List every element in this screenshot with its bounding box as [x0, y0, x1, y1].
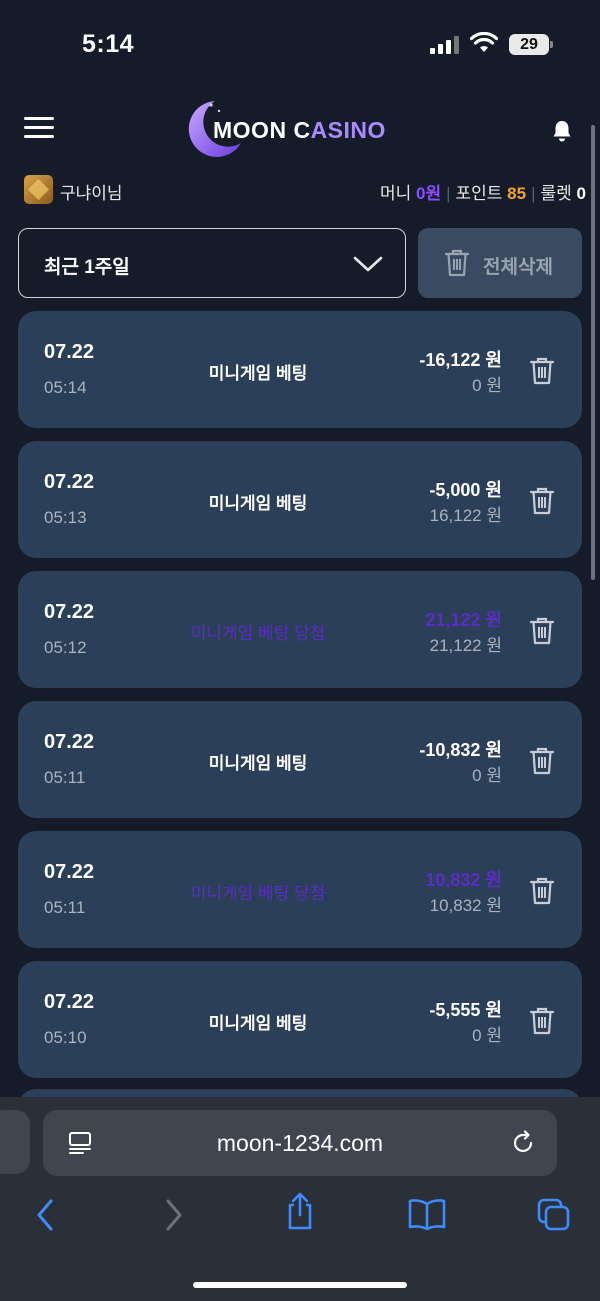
transaction-description: 미니게임 베팅 — [208, 754, 308, 773]
transaction-balance: 21,122 원 — [429, 636, 502, 655]
trash-icon[interactable] — [528, 876, 556, 906]
home-indicator[interactable] — [193, 1282, 407, 1288]
transaction-description: 미니게임 베팅 당첨 — [190, 624, 326, 643]
transaction-amount: -5,555 원 — [429, 1000, 502, 1020]
transaction-time: 05:12 — [44, 638, 87, 657]
balance-summary: 머니 0원 | 포인트 85 | 룰렛 0 — [380, 179, 586, 204]
transaction-date: 07.22 — [44, 471, 95, 493]
transaction-time: 05:10 — [44, 1028, 87, 1047]
point-value: 85 — [507, 184, 527, 203]
user-info-row: 구냐이님 머니 0원 | 포인트 85 | 룰렛 0 — [0, 172, 600, 208]
share-icon[interactable] — [284, 1191, 316, 1231]
transaction-balance: 0 원 — [472, 1026, 502, 1045]
money-value: 0원 — [415, 184, 442, 203]
roulette-value: 0 — [576, 184, 586, 203]
transaction-time: 05:11 — [44, 768, 86, 787]
transaction-card: 07.22 05:12 미니게임 베팅 당첨 21,122 원 21,122 원 — [18, 571, 582, 688]
browser-toolbar: moon-1234.com — [0, 1097, 600, 1301]
status-time: 5:14 — [82, 30, 135, 58]
divider: | — [446, 184, 451, 203]
transaction-card: 07.22 05:11 미니게임 베팅 -10,832 원 0 원 — [18, 701, 582, 818]
delete-all-button[interactable]: 전체삭제 — [418, 228, 582, 298]
wifi-icon — [470, 32, 498, 52]
transaction-balance: 0 원 — [472, 766, 502, 785]
transaction-card: 07.22 05:11 미니게임 베팅 당첨 10,832 원 10,832 원 — [18, 831, 582, 948]
transaction-date: 07.22 — [44, 861, 95, 883]
transaction-date: 07.22 — [44, 341, 95, 363]
transaction-balance: 0 원 — [472, 376, 502, 395]
url-text: moon-1234.com — [216, 1130, 384, 1156]
divider: | — [531, 184, 536, 203]
transaction-amount: -10,832 원 — [419, 740, 502, 760]
transaction-balance: 10,832 원 — [429, 896, 502, 915]
app-header: MOON CASINO — [0, 95, 600, 165]
transaction-date: 07.22 — [44, 991, 95, 1013]
status-bar: 5:14 29 — [0, 0, 600, 90]
transaction-amount: 21,122 원 — [425, 610, 502, 630]
back-icon[interactable] — [34, 1197, 56, 1233]
logo-text: MOON CASINO — [213, 117, 386, 143]
transaction-time: 05:13 — [44, 508, 87, 527]
transaction-date: 07.22 — [44, 601, 95, 623]
trash-icon[interactable] — [528, 1006, 556, 1036]
transaction-card: 07.22 05:13 미니게임 베팅 -5,000 원 16,122 원 — [18, 441, 582, 558]
transaction-amount: -16,122 원 — [419, 350, 502, 370]
point-label: 포인트 — [455, 184, 503, 203]
hamburger-menu-icon[interactable] — [24, 117, 54, 139]
transaction-description: 미니게임 베팅 당첨 — [190, 884, 326, 903]
transaction-date: 07.22 — [44, 731, 95, 753]
trash-icon[interactable] — [528, 486, 556, 516]
transaction-amount: 10,832 원 — [425, 870, 502, 890]
roulette-label: 룰렛 — [540, 184, 572, 203]
transaction-amount: -5,000 원 — [429, 480, 502, 500]
transaction-balance: 16,122 원 — [429, 506, 502, 525]
user-level-avatar — [24, 175, 53, 204]
moon-casino-logo[interactable]: MOON CASINO — [183, 97, 423, 161]
battery-indicator: 29 — [509, 34, 549, 55]
previous-tab-peek[interactable] — [0, 1110, 30, 1174]
reload-icon[interactable] — [509, 1129, 537, 1157]
transaction-description: 미니게임 베팅 — [208, 1014, 308, 1033]
transaction-time: 05:14 — [44, 378, 87, 397]
transaction-description: 미니게임 베팅 — [208, 494, 308, 513]
battery-tip — [550, 41, 553, 48]
transaction-time: 05:11 — [44, 898, 86, 917]
trash-icon — [444, 249, 470, 277]
browser-nav-row — [0, 1192, 600, 1237]
transaction-description: 미니게임 베팅 — [208, 364, 308, 383]
trash-icon[interactable] — [528, 356, 556, 386]
bell-icon[interactable] — [550, 119, 574, 143]
period-selected-value: 최근 1주일 — [44, 257, 130, 278]
transaction-card: 07.22 05:10 미니게임 베팅 -5,555 원 0 원 — [18, 961, 582, 1078]
forward-icon[interactable] — [163, 1197, 185, 1233]
transaction-card: 07.22 05:14 미니게임 베팅 -16,122 원 0 원 — [18, 311, 582, 428]
address-bar[interactable]: moon-1234.com — [43, 1110, 557, 1176]
trash-icon[interactable] — [528, 746, 556, 776]
cellular-signal-icon — [430, 36, 462, 54]
trash-icon[interactable] — [528, 616, 556, 646]
bookmarks-icon[interactable] — [407, 1197, 447, 1231]
tabs-icon[interactable] — [536, 1197, 572, 1233]
chevron-down-icon — [353, 256, 383, 272]
page-scrollbar[interactable] — [591, 125, 595, 580]
delete-all-label: 전체삭제 — [483, 257, 553, 278]
money-label: 머니 — [379, 184, 412, 203]
period-dropdown[interactable]: 최근 1주일 — [18, 228, 406, 298]
username: 구냐이님 — [60, 184, 123, 203]
